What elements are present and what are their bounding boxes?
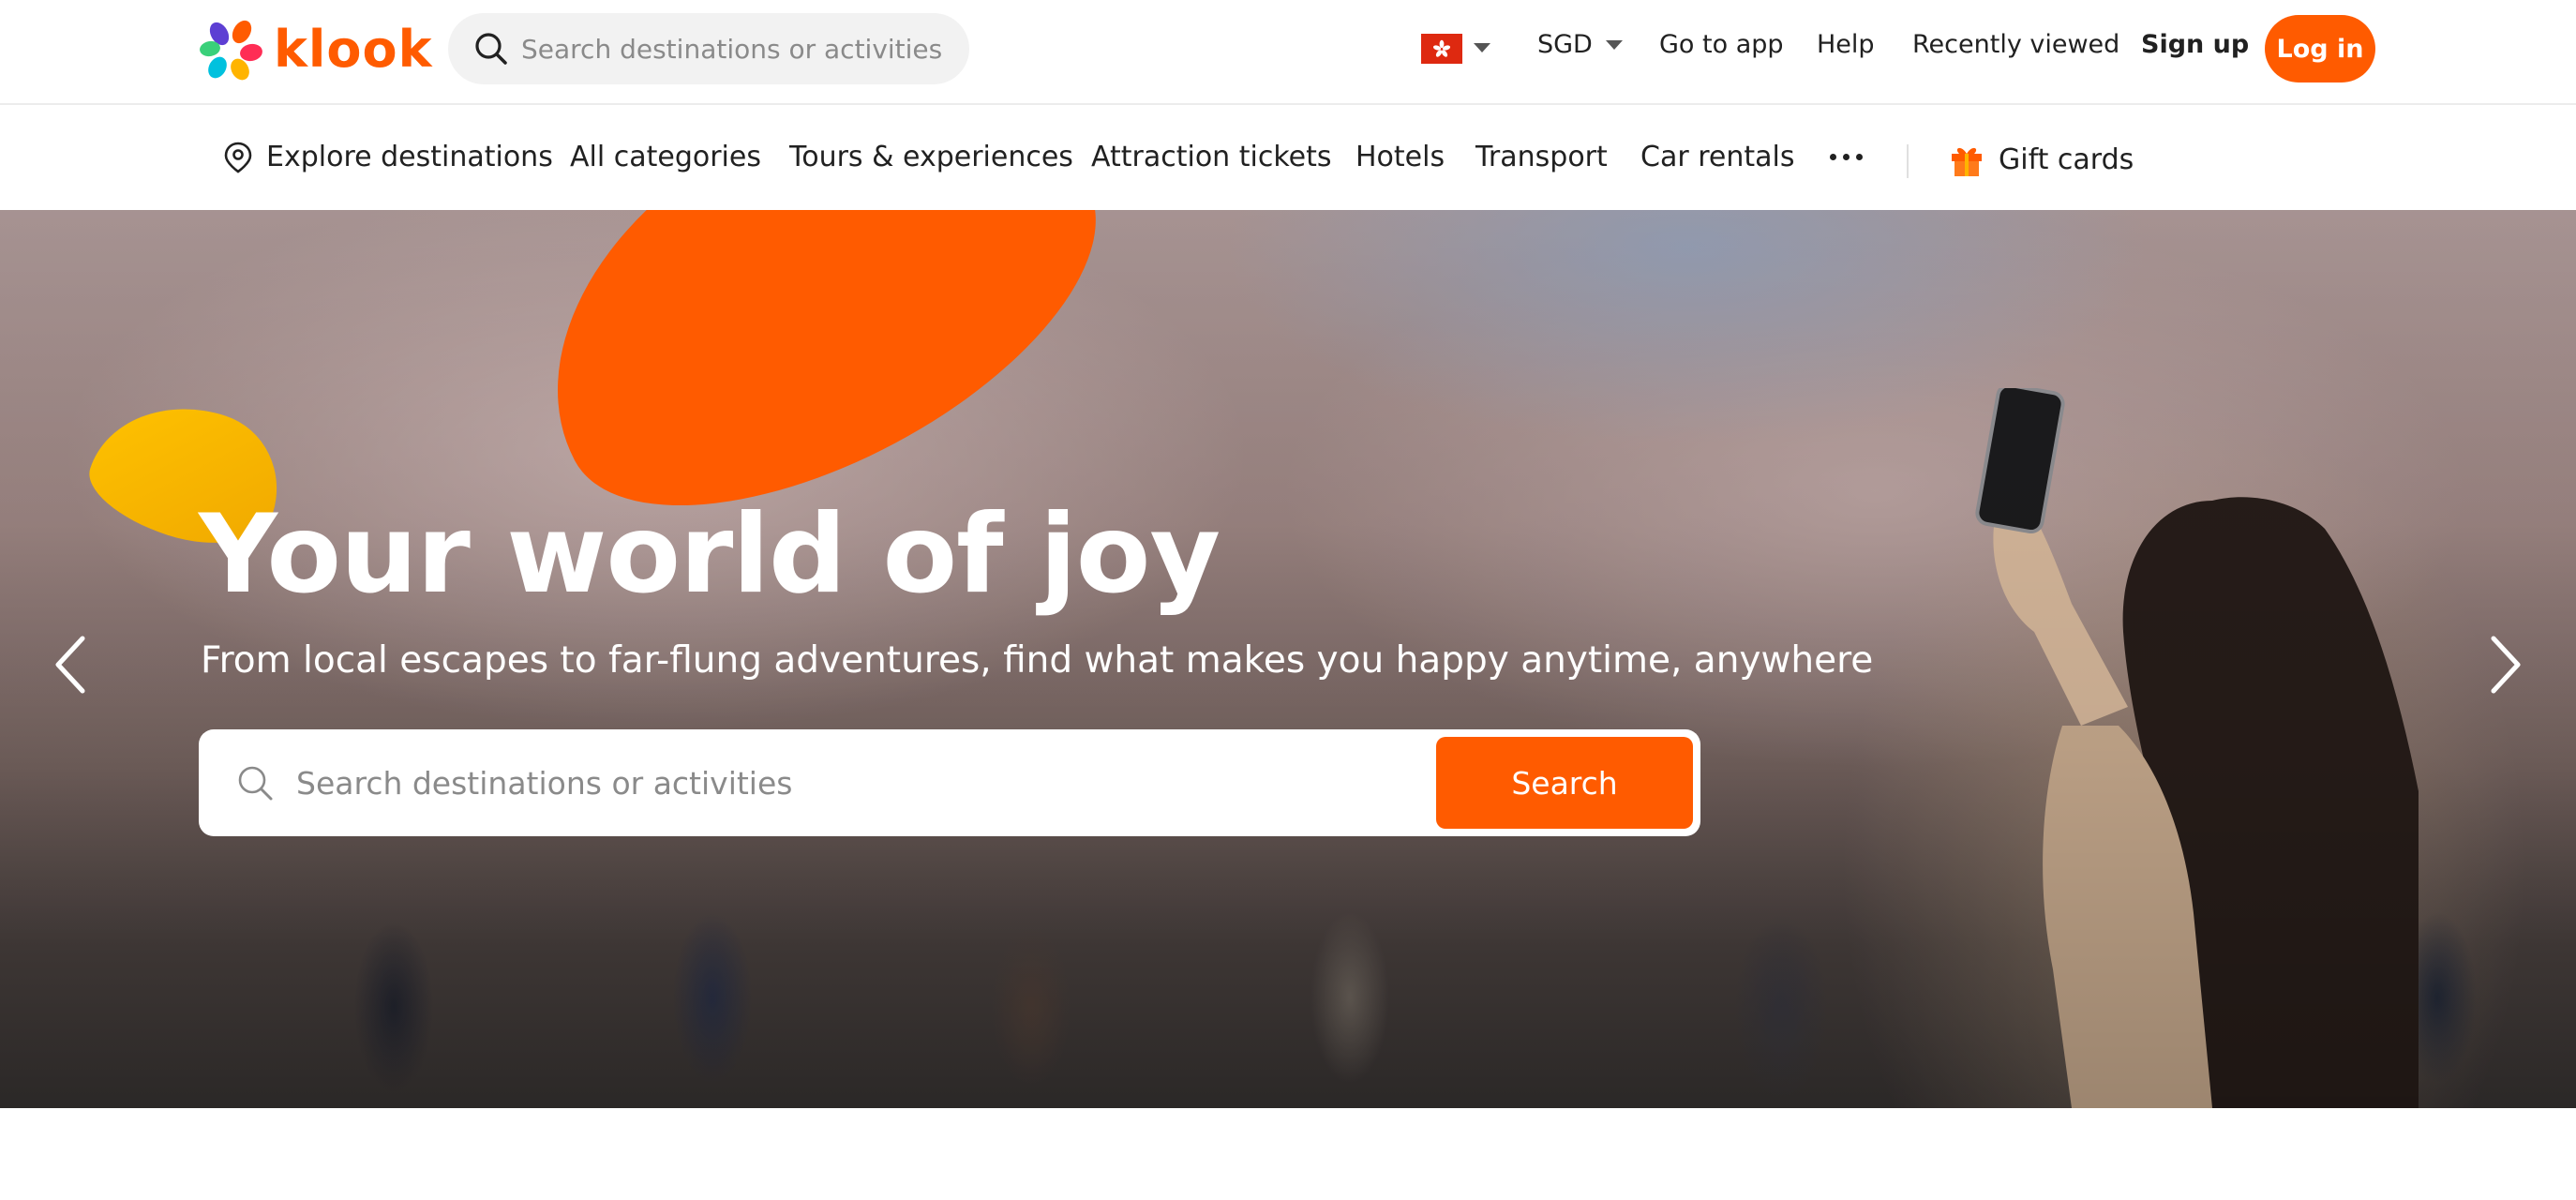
hong-kong-flag-icon[interactable] xyxy=(1421,34,1462,64)
recently-viewed-link[interactable]: Recently viewed xyxy=(1912,30,2119,59)
header-search-input[interactable] xyxy=(521,33,962,65)
log-in-button[interactable]: Log in xyxy=(2265,15,2375,82)
go-to-app-link[interactable]: Go to app xyxy=(1659,30,1784,59)
nav-gift-cards-label: Gift cards xyxy=(1999,142,2134,176)
currency-selector[interactable]: SGD xyxy=(1537,30,1623,59)
hero-search-bar[interactable]: Search xyxy=(199,729,1700,836)
klook-logo[interactable]: klook xyxy=(199,17,433,82)
chevron-down-icon[interactable] xyxy=(1474,43,1490,52)
currency-label: SGD xyxy=(1537,30,1593,59)
nav-attraction-tickets[interactable]: Attraction tickets xyxy=(1091,141,1331,173)
top-header: klook SGD Go to app Help Recently viewed… xyxy=(0,0,2576,105)
nav-gift-cards[interactable]: Gift cards xyxy=(1948,141,2134,178)
hero-subtitle: From local escapes to far-flung adventur… xyxy=(201,639,1874,682)
location-pin-icon xyxy=(224,142,252,173)
nav-hotels[interactable]: Hotels xyxy=(1355,141,1445,173)
carousel-next-arrow-icon[interactable] xyxy=(2479,627,2535,702)
nav-transport[interactable]: Transport xyxy=(1475,141,1608,173)
header-search-bar[interactable] xyxy=(448,13,969,84)
nav-car-rentals[interactable]: Car rentals xyxy=(1640,141,1794,173)
help-link[interactable]: Help xyxy=(1817,30,1875,59)
hero-search-input[interactable] xyxy=(296,764,1346,802)
klook-wordmark: klook xyxy=(274,20,433,79)
more-menu-icon[interactable] xyxy=(1830,154,1863,160)
category-nav: Explore destinations All categories Tour… xyxy=(0,105,2576,210)
hero-title: Your world of joy xyxy=(199,491,1221,618)
nav-divider xyxy=(1907,144,1909,178)
search-icon xyxy=(238,766,273,801)
carousel-prev-arrow-icon[interactable] xyxy=(41,627,97,702)
nav-all-categories[interactable]: All categories xyxy=(570,141,761,173)
hero-banner: Your world of joy From local escapes to … xyxy=(0,210,2576,1108)
nav-tours-experiences[interactable]: Tours & experiences xyxy=(789,141,1073,173)
sign-up-link[interactable]: Sign up xyxy=(2141,30,2249,59)
chevron-down-icon xyxy=(1605,39,1623,50)
search-icon xyxy=(475,33,507,65)
nav-explore-label: Explore destinations xyxy=(266,141,553,173)
nav-explore-destinations[interactable]: Explore destinations xyxy=(223,141,553,173)
gift-icon xyxy=(1952,147,1982,176)
hero-search-button[interactable]: Search xyxy=(1436,737,1693,829)
klook-logo-icon xyxy=(199,17,264,82)
